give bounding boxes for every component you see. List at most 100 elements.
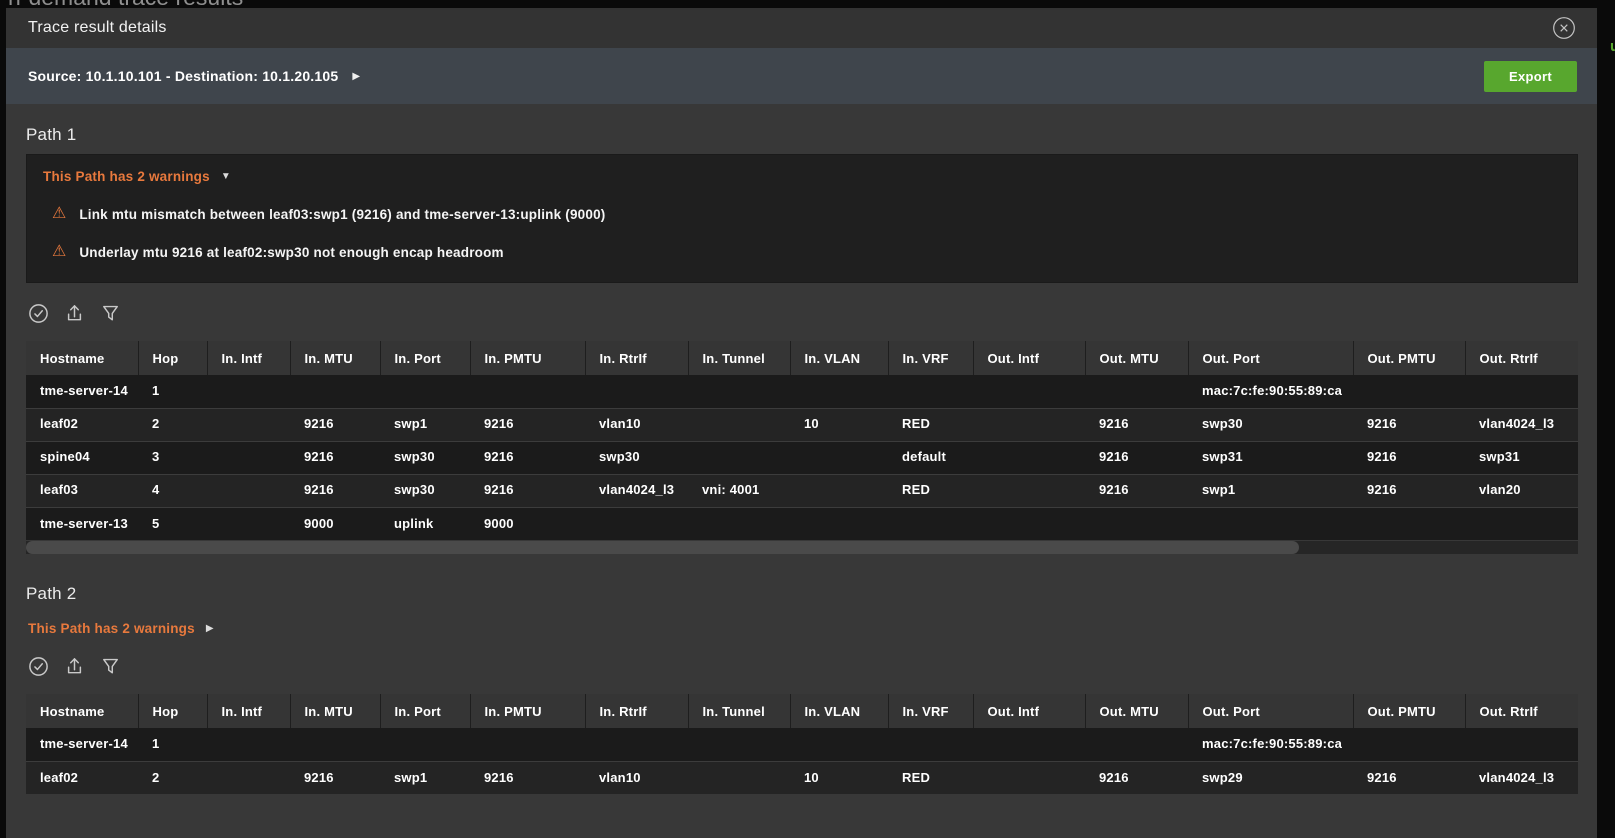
column-header[interactable]: In. VLAN: [790, 341, 888, 375]
table-cell: [290, 728, 380, 761]
table-row[interactable]: spine0439216swp309216swp30default9216swp…: [26, 441, 1578, 474]
column-header[interactable]: Out. RtrIf: [1465, 694, 1578, 728]
column-header[interactable]: In. Intf: [207, 341, 290, 375]
table-cell: 9216: [1085, 761, 1188, 794]
table-cell: [688, 761, 790, 794]
select-check-icon: [28, 656, 49, 677]
table-cell: 9216: [290, 408, 380, 441]
table-cell: [207, 441, 290, 474]
table-cell: [688, 375, 790, 408]
table-cell: vlan10: [585, 408, 688, 441]
upload-icon: [64, 655, 85, 678]
table-cell: 1: [138, 728, 207, 761]
table-cell: [1085, 375, 1188, 408]
filter-button[interactable]: [98, 300, 122, 326]
path-title: Path 2: [26, 584, 1578, 604]
table-cell: [790, 474, 888, 507]
table-cell: [688, 441, 790, 474]
table-cell: 4: [138, 474, 207, 507]
column-header[interactable]: Out. MTU: [1085, 694, 1188, 728]
column-header[interactable]: Out. MTU: [1085, 341, 1188, 375]
column-header[interactable]: In. VLAN: [790, 694, 888, 728]
column-header[interactable]: Hostname: [26, 694, 138, 728]
filter-icon: [100, 303, 121, 324]
table-cell: swp30: [380, 474, 470, 507]
select-check-button[interactable]: [26, 300, 50, 326]
table-row[interactable]: tme-server-141mac:7c:fe:90:55:89:ca: [26, 375, 1578, 408]
table-cell: [585, 507, 688, 540]
column-header[interactable]: Out. Intf: [973, 694, 1085, 728]
table-cell: 9216: [470, 474, 585, 507]
table-row[interactable]: leaf0349216swp309216vlan4024_l3vni: 4001…: [26, 474, 1578, 507]
table-cell: 2: [138, 408, 207, 441]
table-cell: swp1: [380, 761, 470, 794]
column-header[interactable]: In. Tunnel: [688, 341, 790, 375]
table-cell: vni: 4001: [688, 474, 790, 507]
column-header[interactable]: In. RtrIf: [585, 694, 688, 728]
table-cell: [380, 375, 470, 408]
table-cell: swp29: [1188, 761, 1353, 794]
table-cell: [973, 474, 1085, 507]
select-check-button[interactable]: [26, 653, 50, 679]
path-warnings-toggle[interactable]: This Path has 2 warnings ▶: [28, 621, 1576, 636]
table-cell: RED: [888, 408, 973, 441]
table-cell: [207, 375, 290, 408]
column-header[interactable]: In. Port: [380, 694, 470, 728]
column-header[interactable]: In. VRF: [888, 341, 973, 375]
table-cell: [470, 728, 585, 761]
column-header[interactable]: Hostname: [26, 341, 138, 375]
column-header[interactable]: In. PMTU: [470, 694, 585, 728]
scrollbar-thumb[interactable]: [26, 541, 1299, 554]
table-cell: 9216: [290, 441, 380, 474]
upload-button[interactable]: [62, 300, 86, 326]
table-row[interactable]: tme-server-1359000uplink9000: [26, 507, 1578, 540]
table-cell: swp30: [585, 441, 688, 474]
table-cell: 9216: [1353, 761, 1465, 794]
table-cell: [290, 375, 380, 408]
upload-button[interactable]: [62, 653, 86, 679]
table-row[interactable]: leaf0229216swp19216vlan1010RED9216swp299…: [26, 761, 1578, 794]
column-header[interactable]: Out. RtrIf: [1465, 341, 1578, 375]
paths-container: Path 1 This Path has 2 warnings ▼ ⚠Link …: [6, 125, 1597, 794]
table-cell: 5: [138, 507, 207, 540]
table-cell: [1353, 375, 1465, 408]
table-cell: [1465, 375, 1578, 408]
column-header[interactable]: Hop: [138, 694, 207, 728]
table-row[interactable]: tme-server-141mac:7c:fe:90:55:89:ca: [26, 728, 1578, 761]
warnings-box: This Path has 2 warnings ▼ ⚠Link mtu mis…: [26, 154, 1578, 283]
column-header[interactable]: Out. Port: [1188, 694, 1353, 728]
table-cell: swp30: [1188, 408, 1353, 441]
column-header[interactable]: In. MTU: [290, 694, 380, 728]
column-header[interactable]: In. Port: [380, 341, 470, 375]
path-title: Path 1: [26, 125, 1578, 145]
table-cell: [688, 507, 790, 540]
column-header[interactable]: Out. PMTU: [1353, 341, 1465, 375]
column-header[interactable]: In. RtrIf: [585, 341, 688, 375]
column-header[interactable]: Out. Port: [1188, 341, 1353, 375]
warnings-box: This Path has 2 warnings ▶: [26, 621, 1578, 636]
path-warnings-toggle[interactable]: This Path has 2 warnings ▼: [43, 169, 1561, 184]
column-header[interactable]: In. PMTU: [470, 341, 585, 375]
table-cell: leaf03: [26, 474, 138, 507]
table-header-row: HostnameHopIn. IntfIn. MTUIn. PortIn. PM…: [26, 694, 1578, 728]
column-header[interactable]: In. VRF: [888, 694, 973, 728]
horizontal-scrollbar[interactable]: [26, 541, 1578, 554]
table-row[interactable]: leaf0229216swp19216vlan1010RED9216swp309…: [26, 408, 1578, 441]
filter-button[interactable]: [98, 653, 122, 679]
column-header[interactable]: In. Intf: [207, 694, 290, 728]
column-header[interactable]: Out. PMTU: [1353, 694, 1465, 728]
column-header[interactable]: Out. Intf: [973, 341, 1085, 375]
column-header[interactable]: Hop: [138, 341, 207, 375]
source-expand-caret-icon[interactable]: ▶: [352, 71, 360, 82]
column-header[interactable]: In. MTU: [290, 341, 380, 375]
warning-item: ⚠Link mtu mismatch between leaf03:swp1 (…: [43, 206, 1561, 222]
column-header[interactable]: In. Tunnel: [688, 694, 790, 728]
table-cell: 3: [138, 441, 207, 474]
path-section: Path 1 This Path has 2 warnings ▼ ⚠Link …: [26, 125, 1578, 554]
table-cell: 9216: [1353, 408, 1465, 441]
export-button[interactable]: Export: [1484, 61, 1577, 92]
trace-table: HostnameHopIn. IntfIn. MTUIn. PortIn. PM…: [26, 694, 1578, 794]
modal-header: Trace result details: [6, 8, 1597, 48]
close-button[interactable]: [1551, 15, 1577, 41]
table-cell: mac:7c:fe:90:55:89:ca: [1188, 728, 1353, 761]
